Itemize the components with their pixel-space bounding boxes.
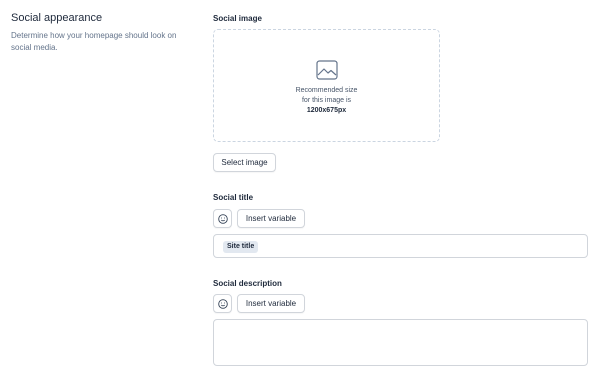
title-insert-variable-button[interactable]: Insert variable	[237, 209, 305, 228]
image-icon	[315, 60, 338, 80]
section-description: Determine how your homepage should look …	[11, 31, 177, 52]
social-title-label: Social title	[213, 193, 254, 202]
social-image-label: Social image	[213, 14, 262, 23]
dropzone-recommended-size: 1200x675px	[306, 107, 347, 114]
social-description-label: Social description	[213, 279, 282, 288]
title-emoji-button[interactable]	[213, 209, 232, 228]
smiley-icon	[217, 298, 228, 309]
social-image-dropzone[interactable]: Recommended size for this image is 1200x…	[213, 29, 440, 142]
select-image-button[interactable]: Select image	[213, 153, 276, 172]
description-insert-variable-button[interactable]: Insert variable	[237, 294, 305, 313]
description-emoji-button[interactable]	[213, 294, 232, 313]
smiley-icon	[217, 213, 228, 224]
site-title-variable-chip[interactable]: Site title	[223, 241, 259, 253]
social-title-input[interactable]: Site title	[213, 234, 588, 258]
social-description-input[interactable]	[213, 319, 588, 366]
section-title: Social appearance	[11, 12, 103, 24]
dropzone-hint-line2: for this image is	[301, 97, 352, 104]
dropzone-hint-line1: Recommended size	[295, 87, 358, 94]
